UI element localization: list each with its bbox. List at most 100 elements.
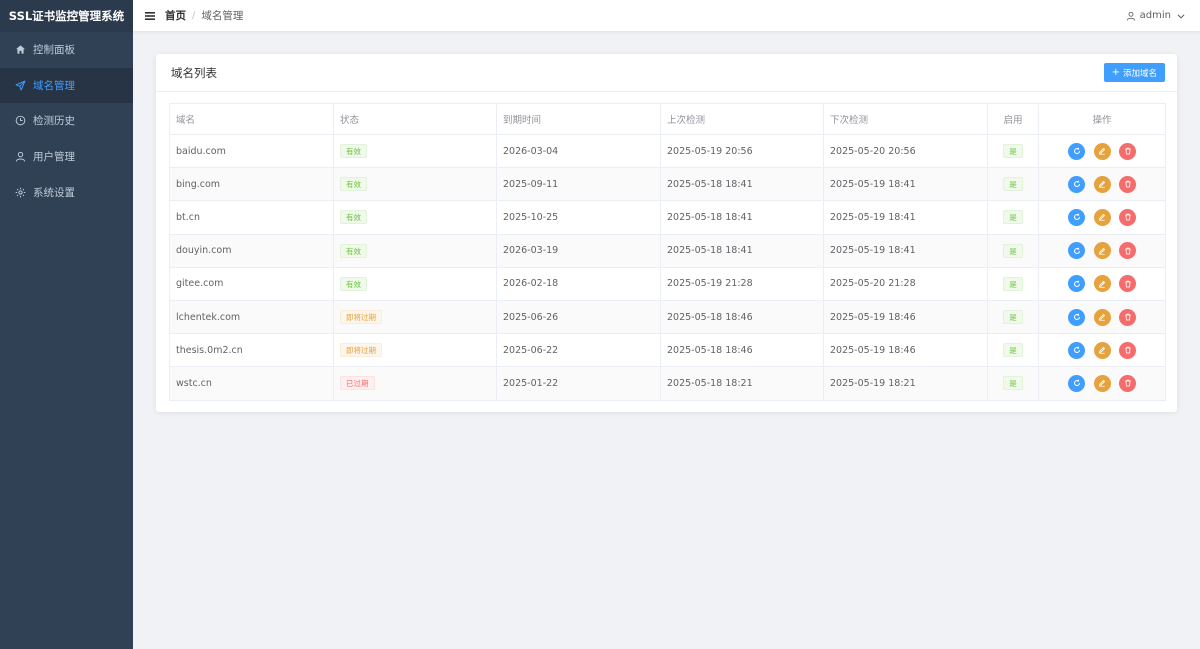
- edit-icon: [1098, 214, 1106, 222]
- column-header-next-check: 下次检测: [823, 103, 988, 135]
- expire-cell: 2026-02-18: [496, 267, 661, 301]
- last-check-cell: 2025-05-18 18:46: [660, 300, 824, 335]
- refresh-button[interactable]: [1068, 374, 1085, 392]
- expire-cell: 2025-10-25: [496, 200, 661, 235]
- breadcrumb-home[interactable]: 首页: [165, 8, 186, 23]
- next-check-cell: 2025-05-19 18:46: [823, 333, 988, 368]
- sidebar-item-history[interactable]: 检测历史: [0, 103, 133, 139]
- sidebar-item-label: 用户管理: [33, 151, 75, 164]
- refresh-icon: [1073, 180, 1080, 188]
- domain-cell: wstc.cn: [169, 366, 334, 401]
- enabled-badge: 是: [1003, 276, 1023, 291]
- top-header: 首页 / 域名管理 admin: [133, 0, 1200, 31]
- table-row: thesis.0m2.cn 即将过期 2025-06-22 2025-05-18 18…: [169, 333, 1166, 368]
- refresh-button[interactable]: [1068, 208, 1085, 226]
- refresh-button[interactable]: [1068, 275, 1085, 293]
- domain-list-card: 域名列表 + 添加域名 域名 状态 到期时间 上次检测 下次检测 启用 操作 b…: [156, 54, 1177, 412]
- enabled-badge: 是: [1003, 310, 1023, 325]
- sidebar: SSL证书监控管理系统 控制面板 域名管理 检测历史 用户管理 系统设置: [0, 0, 133, 649]
- actions-cell: [1038, 267, 1166, 301]
- edit-button[interactable]: [1093, 308, 1111, 326]
- home-icon: [15, 44, 26, 55]
- actions-cell: [1038, 300, 1166, 335]
- last-check-cell: 2025-05-18 18:21: [660, 366, 824, 401]
- delete-button[interactable]: [1119, 374, 1136, 392]
- edit-button[interactable]: [1093, 242, 1111, 260]
- status-cell: 有效: [333, 234, 497, 268]
- status-cell: 有效: [333, 267, 497, 301]
- refresh-button[interactable]: [1068, 308, 1085, 326]
- domain-cell: lchentek.com: [169, 300, 334, 335]
- last-check-cell: 2025-05-19 21:28: [660, 267, 824, 301]
- edit-button[interactable]: [1093, 175, 1111, 193]
- status-badge: 即将过期: [340, 343, 382, 358]
- status-badge: 有效: [340, 276, 367, 291]
- table-body: baidu.com 有效 2026-03-04 2025-05-19 20:56 202…: [169, 134, 1166, 401]
- next-check-cell: 2025-05-20 20:56: [823, 134, 988, 169]
- domain-cell: baidu.com: [169, 134, 334, 169]
- refresh-button[interactable]: [1068, 142, 1085, 160]
- delete-button[interactable]: [1119, 275, 1136, 293]
- add-domain-label: 添加域名: [1122, 68, 1157, 79]
- status-badge: 有效: [340, 144, 367, 159]
- edit-icon: [1098, 280, 1106, 288]
- user-menu[interactable]: admin: [1126, 0, 1186, 31]
- delete-button[interactable]: [1119, 208, 1136, 226]
- edit-button[interactable]: [1093, 374, 1111, 392]
- domain-cell: gitee.com: [169, 267, 334, 301]
- add-domain-button[interactable]: + 添加域名: [1103, 63, 1165, 82]
- delete-button[interactable]: [1119, 341, 1136, 359]
- sidebar-item-label: 系统设置: [33, 186, 75, 199]
- status-cell: 已过期: [333, 366, 497, 401]
- status-badge: 有效: [340, 210, 367, 225]
- enabled-cell: 是: [987, 167, 1039, 202]
- actions-cell: [1038, 134, 1166, 169]
- edit-button[interactable]: [1093, 142, 1111, 160]
- delete-button[interactable]: [1119, 175, 1136, 193]
- expire-cell: 2026-03-04: [496, 134, 661, 169]
- enabled-badge: 是: [1003, 243, 1023, 258]
- refresh-button[interactable]: [1068, 341, 1085, 359]
- last-check-cell: 2025-05-18 18:41: [660, 167, 824, 202]
- sidebar-item-settings[interactable]: 系统设置: [0, 174, 133, 210]
- card-title: 域名列表: [171, 65, 217, 80]
- refresh-icon: [1073, 379, 1080, 387]
- sidebar-item-dashboard[interactable]: 控制面板: [0, 32, 133, 68]
- edit-button[interactable]: [1093, 341, 1111, 359]
- table-row: lchentek.com 即将过期 2025-06-26 2025-05-18 18:…: [169, 300, 1166, 335]
- edit-icon: [1098, 380, 1106, 388]
- enabled-badge: 是: [1003, 144, 1023, 159]
- breadcrumb-separator: /: [192, 10, 196, 21]
- sidebar-item-users[interactable]: 用户管理: [0, 139, 133, 175]
- hamburger-icon[interactable]: [145, 11, 155, 21]
- delete-button[interactable]: [1119, 142, 1136, 160]
- app-title: SSL证书监控管理系统: [0, 0, 133, 32]
- enabled-badge: 是: [1003, 376, 1023, 391]
- delete-button[interactable]: [1119, 242, 1136, 260]
- column-header-domain: 域名: [169, 103, 334, 135]
- sidebar-item-label: 控制面板: [33, 44, 75, 57]
- status-badge: 即将过期: [340, 310, 382, 325]
- edit-icon: [1098, 181, 1106, 188]
- last-check-cell: 2025-05-18 18:41: [660, 234, 824, 268]
- refresh-button[interactable]: [1068, 242, 1085, 260]
- user-icon: [15, 151, 26, 162]
- domain-cell: thesis.0m2.cn: [169, 333, 334, 368]
- refresh-icon: [1073, 313, 1080, 321]
- table-row: baidu.com 有效 2026-03-04 2025-05-19 20:56 202…: [169, 134, 1166, 169]
- sidebar-item-domains[interactable]: 域名管理: [0, 67, 133, 104]
- table-row: wstc.cn 已过期 2025-01-22 2025-05-18 18:21 2025…: [169, 366, 1166, 401]
- column-header-status: 状态: [333, 103, 497, 135]
- delete-button[interactable]: [1119, 308, 1136, 326]
- edit-button[interactable]: [1093, 275, 1111, 293]
- status-badge: 有效: [340, 177, 367, 192]
- edit-button[interactable]: [1093, 208, 1111, 226]
- enabled-cell: 是: [987, 300, 1039, 335]
- table-header-row: 域名 状态 到期时间 上次检测 下次检测 启用 操作: [169, 103, 1166, 135]
- refresh-button[interactable]: [1068, 175, 1085, 193]
- next-check-cell: 2025-05-19 18:41: [823, 200, 988, 235]
- enabled-cell: 是: [987, 267, 1039, 301]
- sidebar-item-label: 域名管理: [33, 79, 75, 92]
- domain-cell: douyin.com: [169, 234, 334, 268]
- trash-icon: [1124, 247, 1131, 255]
